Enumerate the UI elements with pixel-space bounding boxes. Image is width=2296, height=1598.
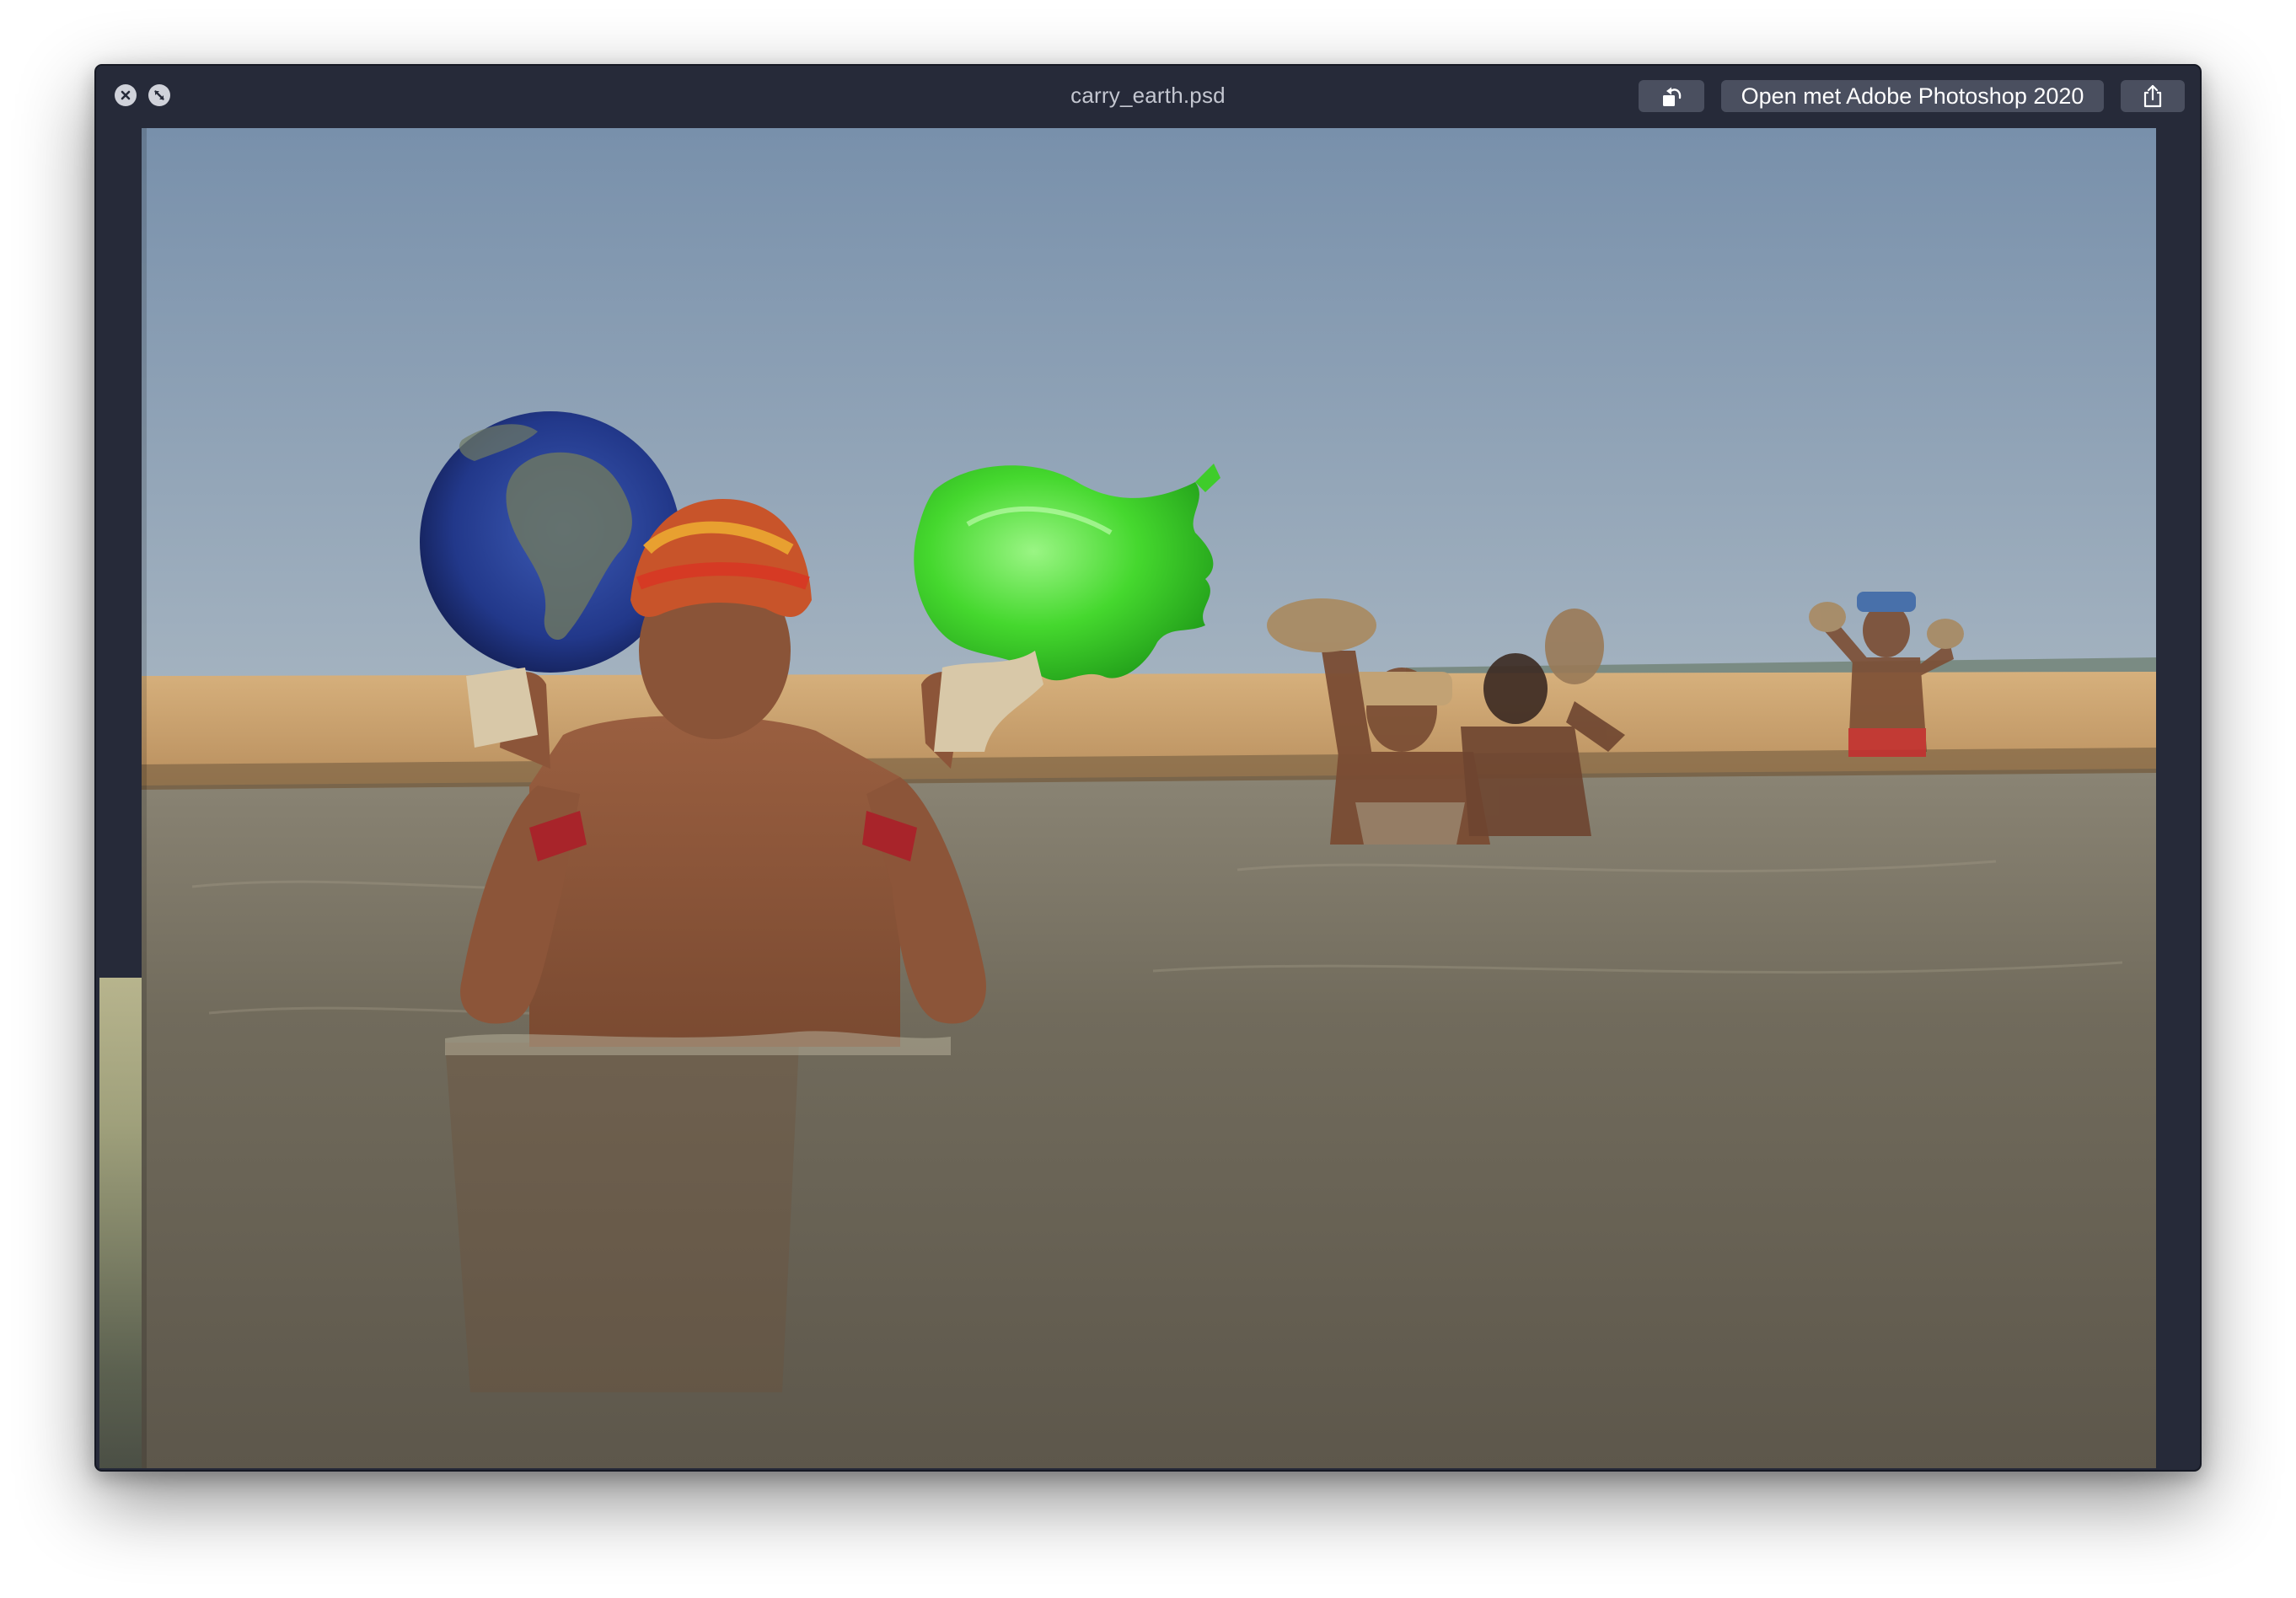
share-button[interactable] bbox=[2121, 80, 2185, 112]
open-with-photoshop-button[interactable]: Open met Adobe Photoshop 2020 bbox=[1721, 80, 2104, 112]
preview-photo bbox=[142, 128, 2156, 1468]
quicklook-window: carry_earth.psd Open met Adobe Photoshop… bbox=[94, 64, 2202, 1472]
title-bar[interactable]: carry_earth.psd Open met Adobe Photoshop… bbox=[96, 66, 2200, 128]
rotate-left-button[interactable] bbox=[1639, 80, 1704, 112]
share-icon bbox=[2143, 84, 2162, 108]
background-image-sliver bbox=[99, 978, 142, 1468]
image-preview bbox=[142, 128, 2156, 1468]
rotate-left-icon bbox=[1663, 87, 1682, 106]
